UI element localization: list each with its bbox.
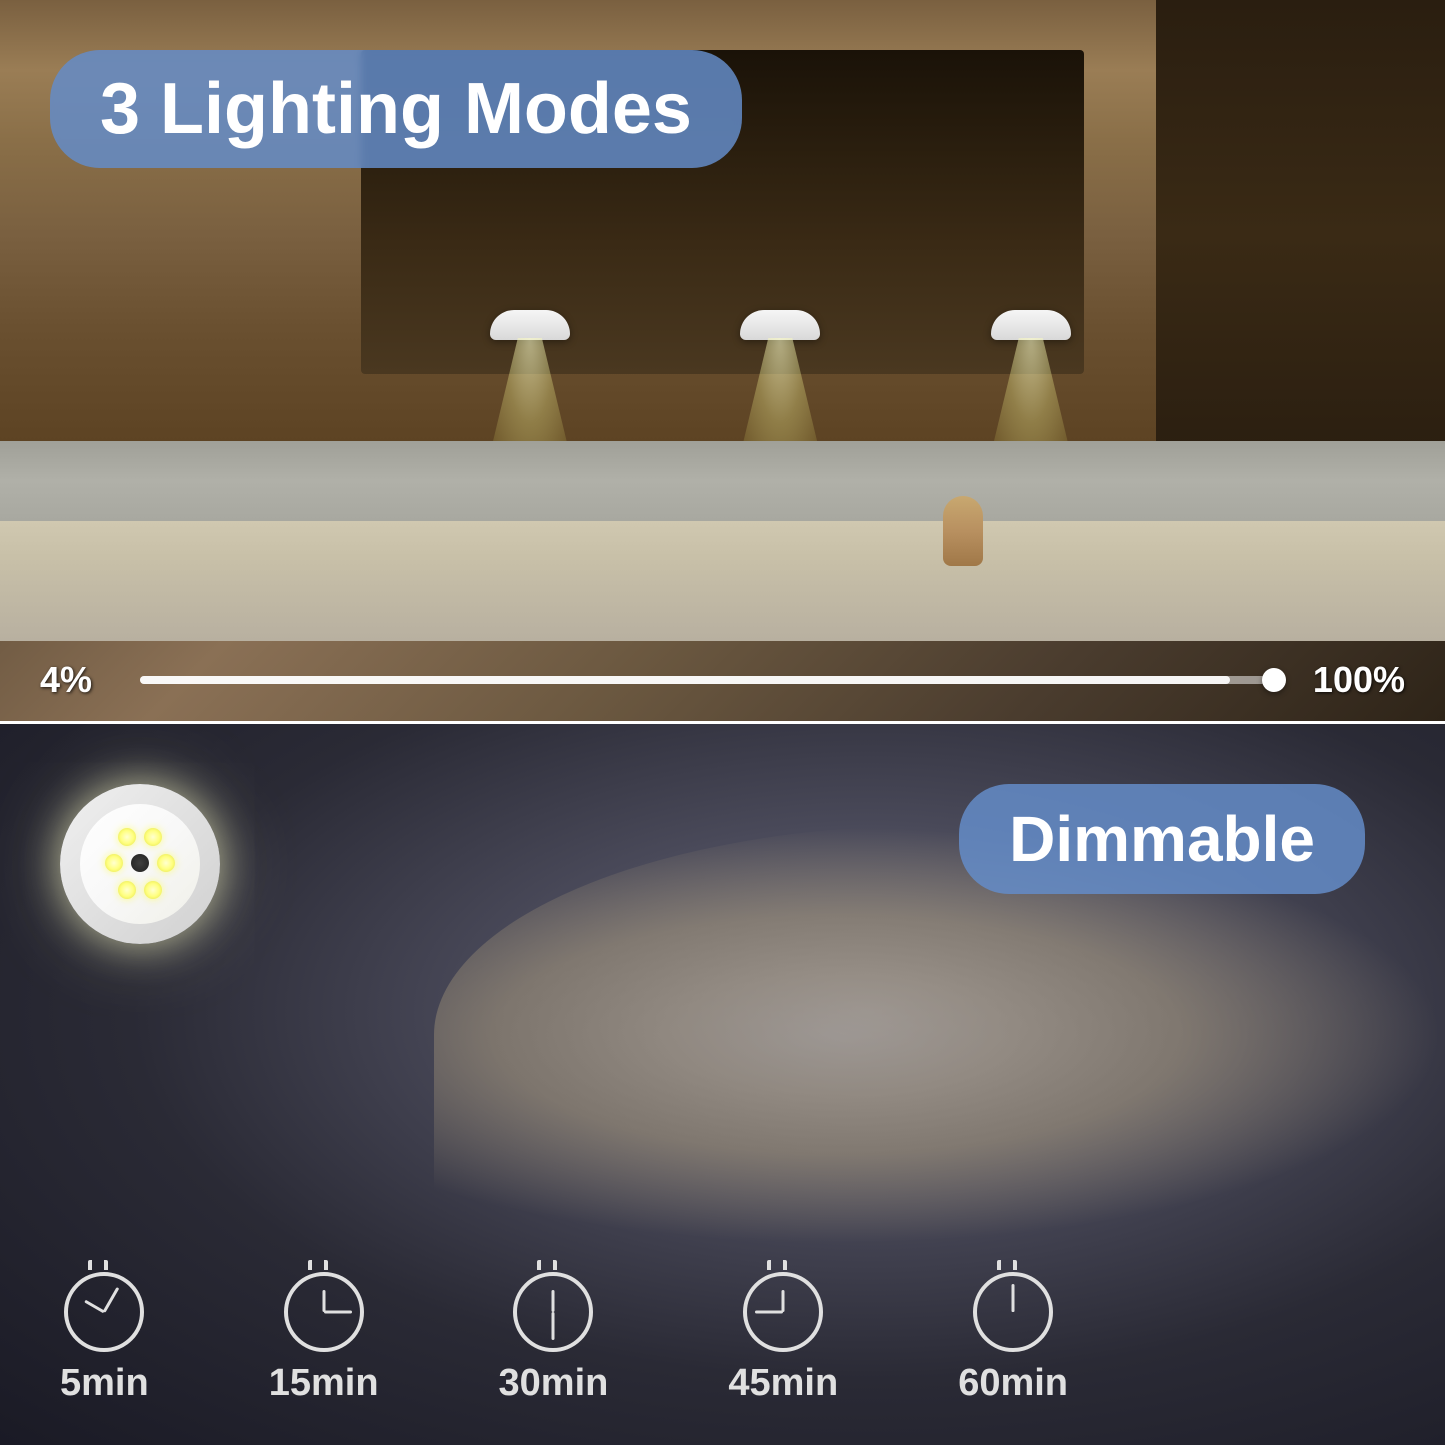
- light-fixture-1: [490, 310, 570, 340]
- sensor: [131, 854, 149, 872]
- clock-icon-5min: [64, 1272, 144, 1352]
- dimmable-label: Dimmable: [1009, 803, 1315, 875]
- counter-back: [0, 441, 1445, 521]
- timer-label-5min: 5min: [60, 1362, 149, 1405]
- dimmable-badge: Dimmable: [959, 784, 1365, 894]
- light-body-2: [740, 310, 820, 340]
- timer-60min: 60min: [958, 1272, 1068, 1405]
- led-4: [157, 854, 175, 872]
- slider-fill: [140, 676, 1230, 684]
- slider-max-label: 100%: [1295, 659, 1405, 701]
- led-2: [144, 828, 162, 846]
- clock-face-60min: [977, 1276, 1049, 1348]
- brightness-slider-area: 4% 100%: [40, 659, 1405, 701]
- hour-hand-45min: [782, 1290, 785, 1312]
- light-fixture-3: [991, 310, 1071, 340]
- cabinet-dark: [1156, 0, 1445, 468]
- clock-face-15min: [288, 1276, 360, 1348]
- led-6: [144, 881, 162, 899]
- lamp-outer-ring: [60, 784, 220, 944]
- clock-face-30min: [517, 1276, 589, 1348]
- led-5: [118, 881, 136, 899]
- minute-hand-15min: [324, 1311, 352, 1314]
- slider-min-label: 4%: [40, 659, 120, 701]
- lamp-fixture: [60, 784, 220, 944]
- timer-row: 5min 15min 30min: [60, 1272, 1385, 1405]
- timer-45min: 45min: [728, 1272, 838, 1405]
- lamp-inner: [80, 804, 200, 924]
- timer-5min: 5min: [60, 1272, 149, 1405]
- led-1: [118, 828, 136, 846]
- hour-hand-5min: [85, 1300, 106, 1314]
- clock-face-45min: [747, 1276, 819, 1348]
- timer-label-45min: 45min: [728, 1362, 838, 1405]
- timer-15min: 15min: [269, 1272, 379, 1405]
- light-fixture-2: [740, 310, 820, 340]
- clock-face-5min: [68, 1276, 140, 1348]
- minute-hand-5min: [103, 1287, 120, 1313]
- timer-label-60min: 60min: [958, 1362, 1068, 1405]
- lighting-modes-title: 3 Lighting Modes: [100, 69, 692, 149]
- light-body-3: [991, 310, 1071, 340]
- slider-track[interactable]: [140, 676, 1275, 684]
- timer-label-30min: 30min: [499, 1362, 609, 1405]
- light-body-1: [490, 310, 570, 340]
- bottom-section: Dimmable 5min: [0, 724, 1445, 1445]
- page-container: 3 Lighting Modes 4% 100%: [0, 0, 1445, 1445]
- clock-icon-30min: [513, 1272, 593, 1352]
- clock-icon-15min: [284, 1272, 364, 1352]
- clock-icon-60min: [973, 1272, 1053, 1352]
- slider-thumb[interactable]: [1262, 668, 1286, 692]
- decor-vase: [943, 496, 983, 566]
- hour-hand-30min: [552, 1290, 555, 1312]
- timer-30min: 30min: [499, 1272, 609, 1405]
- timer-label-15min: 15min: [269, 1362, 379, 1405]
- led-3: [105, 854, 123, 872]
- clock-icon-45min: [743, 1272, 823, 1352]
- counter-surface: [0, 521, 1445, 641]
- lighting-modes-badge: 3 Lighting Modes: [50, 50, 742, 168]
- hour-hand-15min: [322, 1290, 325, 1312]
- minute-hand-45min: [755, 1311, 783, 1314]
- lights-row: [405, 310, 1156, 340]
- minute-hand-60min: [1012, 1284, 1015, 1312]
- top-section: 3 Lighting Modes 4% 100%: [0, 0, 1445, 721]
- minute-hand-30min: [552, 1312, 555, 1340]
